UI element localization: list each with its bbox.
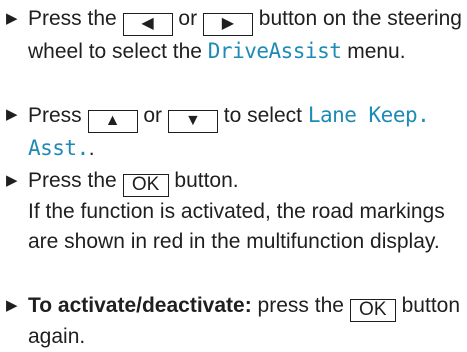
display-menu-lane-keep-2: Asst. (28, 136, 89, 160)
step-2-or: or (143, 104, 163, 127)
step-3-text-post: button. (174, 169, 239, 192)
step-4-text-pre: press the (257, 294, 344, 317)
right-arrow-key-icon: ▶ (202, 13, 253, 36)
ok-key-icon: OK (122, 174, 169, 197)
bullet-icon: ▶ (6, 172, 18, 189)
bullet-icon: ▶ (6, 10, 18, 27)
step-1-text-pre: Press the (28, 7, 117, 30)
ok-key-icon: OK (349, 299, 396, 322)
step-3: ▶ Press the OK button. If the function i… (6, 166, 467, 257)
step-4-heading: To activate/deactivate: (28, 294, 252, 317)
step-2-tail: . (88, 137, 95, 160)
display-menu-lane-keep-1: Lane Keep. (307, 103, 430, 127)
step-3-note: If the function is activated, the road m… (28, 200, 445, 253)
bullet-icon: ▶ (6, 106, 18, 123)
step-3-text-pre: Press the (28, 169, 117, 192)
left-arrow-key-icon: ◀ (122, 13, 173, 36)
step-1-or: or (178, 7, 198, 30)
display-menu-driveassist: DriveAssist (207, 39, 342, 63)
bullet-icon: ▶ (6, 297, 18, 314)
up-arrow-key-icon: ▲ (87, 110, 138, 133)
down-arrow-key-icon: ▼ (167, 110, 218, 133)
step-2: ▶ Press ▲ or ▼ to select Lane Keep. Asst… (6, 100, 467, 164)
step-1-tail: menu. (347, 40, 406, 63)
step-2-text-post: to select (223, 104, 302, 127)
step-2-text-pre: Press (28, 104, 82, 127)
step-1: ▶ Press the ◀ or ▶ button on the steerin… (6, 4, 467, 67)
step-4: ▶ To activate/deactivate: press the OK b… (6, 291, 467, 352)
